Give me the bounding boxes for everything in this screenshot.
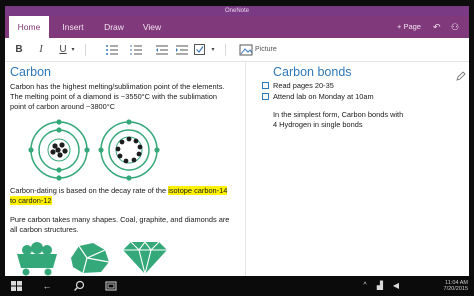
paragraph-shapes-line1: Pure carbon takes many shapes. Coal, gra… bbox=[10, 215, 230, 224]
pen-icon[interactable] bbox=[456, 68, 466, 81]
bullets-icon[interactable] bbox=[105, 42, 119, 58]
add-page-button[interactable]: + Page bbox=[397, 16, 421, 38]
indent-icon[interactable] bbox=[175, 42, 189, 58]
underline-button[interactable]: U bbox=[57, 42, 69, 58]
formatting-toolbar: B I U ▾ ▾ Picture bbox=[5, 38, 469, 62]
todo-dropdown-icon[interactable]: ▾ bbox=[209, 42, 217, 58]
italic-button[interactable]: I bbox=[35, 42, 47, 58]
start-icon[interactable] bbox=[10, 279, 24, 293]
paragraph-bonds-line2: 4 Hydrogen in single bonds bbox=[273, 120, 363, 129]
device-frame: OneNote Home Insert Draw View + Page ↶ ⚇… bbox=[0, 0, 474, 296]
diamond-icon bbox=[123, 241, 167, 275]
todo-item-read-pages: Read pages 20-35 bbox=[273, 81, 334, 90]
carbon-atom-icon bbox=[98, 119, 160, 181]
taskbar-clock[interactable]: 11:04 AM 7/20/2015 bbox=[444, 280, 468, 292]
carbon-shapes-illustration bbox=[17, 241, 167, 276]
note-container-carbon[interactable]: Carbon Carbon has the highest melting/su… bbox=[5, 62, 245, 276]
watermark-logo: WADAEF bbox=[416, 261, 468, 272]
todo-checkbox-icon[interactable] bbox=[193, 42, 207, 58]
note-container-carbon-bonds[interactable]: Carbon bonds Read pages 20-35 Attend lab… bbox=[246, 62, 469, 276]
window-title: OneNote bbox=[5, 6, 469, 16]
paragraph-melting-line1: Carbon has the highest melting/sublimati… bbox=[10, 82, 225, 91]
highlighted-text: to cardon-12 bbox=[10, 196, 52, 205]
carbon-atom-icon bbox=[28, 119, 90, 181]
tab-home[interactable]: Home bbox=[9, 16, 49, 38]
graphite-rock-icon bbox=[71, 243, 110, 274]
toolbar-divider bbox=[85, 44, 86, 56]
paragraph-bonds-line1: In the simplest form, Carbon bonds with bbox=[273, 110, 404, 119]
toolbar-divider bbox=[225, 44, 226, 56]
task-view-icon[interactable] bbox=[104, 279, 118, 293]
underline-dropdown-icon[interactable]: ▾ bbox=[69, 42, 77, 58]
paragraph-dating-text: Carbon-dating is based on the decay rate… bbox=[10, 186, 169, 195]
windows-taskbar: ← ^ ▟ ◀ 11:04 AM 7/20/2015 bbox=[0, 276, 474, 296]
onenote-window: OneNote Home Insert Draw View + Page ↶ ⚇… bbox=[5, 6, 469, 276]
note-title: Carbon bbox=[10, 65, 51, 79]
todo-checkbox[interactable] bbox=[262, 93, 269, 100]
network-icon[interactable]: ▟ bbox=[374, 279, 386, 293]
paragraph-melting-line2: The melting point of a diamond is ~3550°… bbox=[10, 92, 217, 101]
paragraph-shapes-line2: all carbon structures. bbox=[10, 225, 79, 234]
undo-icon[interactable]: ↶ bbox=[433, 16, 441, 38]
outdent-icon[interactable] bbox=[155, 42, 169, 58]
search-icon[interactable] bbox=[72, 279, 86, 293]
picture-button-label[interactable]: Picture bbox=[255, 42, 281, 58]
todo-checkbox[interactable] bbox=[262, 82, 269, 89]
paragraph-dating-line1: Carbon-dating is based on the decay rate… bbox=[10, 186, 228, 197]
note-title: Carbon bonds bbox=[273, 65, 352, 79]
account-icon[interactable]: ⚇ bbox=[451, 16, 459, 38]
coal-cart-icon bbox=[17, 242, 57, 276]
tab-insert[interactable]: Insert bbox=[53, 16, 93, 38]
tray-chevron-icon[interactable]: ^ bbox=[360, 279, 370, 293]
volume-icon[interactable]: ◀ bbox=[390, 279, 402, 293]
tab-view[interactable]: View bbox=[135, 16, 169, 38]
paragraph-dating-line2: to cardon-12 bbox=[10, 196, 52, 207]
tab-draw[interactable]: Draw bbox=[95, 16, 133, 38]
numbering-icon[interactable] bbox=[129, 42, 143, 58]
back-arrow-icon[interactable]: ← bbox=[40, 279, 54, 293]
picture-icon[interactable] bbox=[239, 42, 253, 58]
ribbon-tabs: Home Insert Draw View + Page ↶ ⚇ bbox=[5, 16, 469, 38]
todo-item-attend-lab: Attend lab on Monday at 10am bbox=[273, 92, 374, 101]
clock-date: 7/20/2015 bbox=[443, 286, 468, 292]
carbon-atom-diagrams bbox=[28, 119, 160, 181]
bold-button[interactable]: B bbox=[13, 42, 25, 58]
highlighted-text: isotope carbon-14 bbox=[168, 186, 228, 195]
paragraph-melting-line3: point of carbon around ~3800°C bbox=[10, 102, 116, 111]
